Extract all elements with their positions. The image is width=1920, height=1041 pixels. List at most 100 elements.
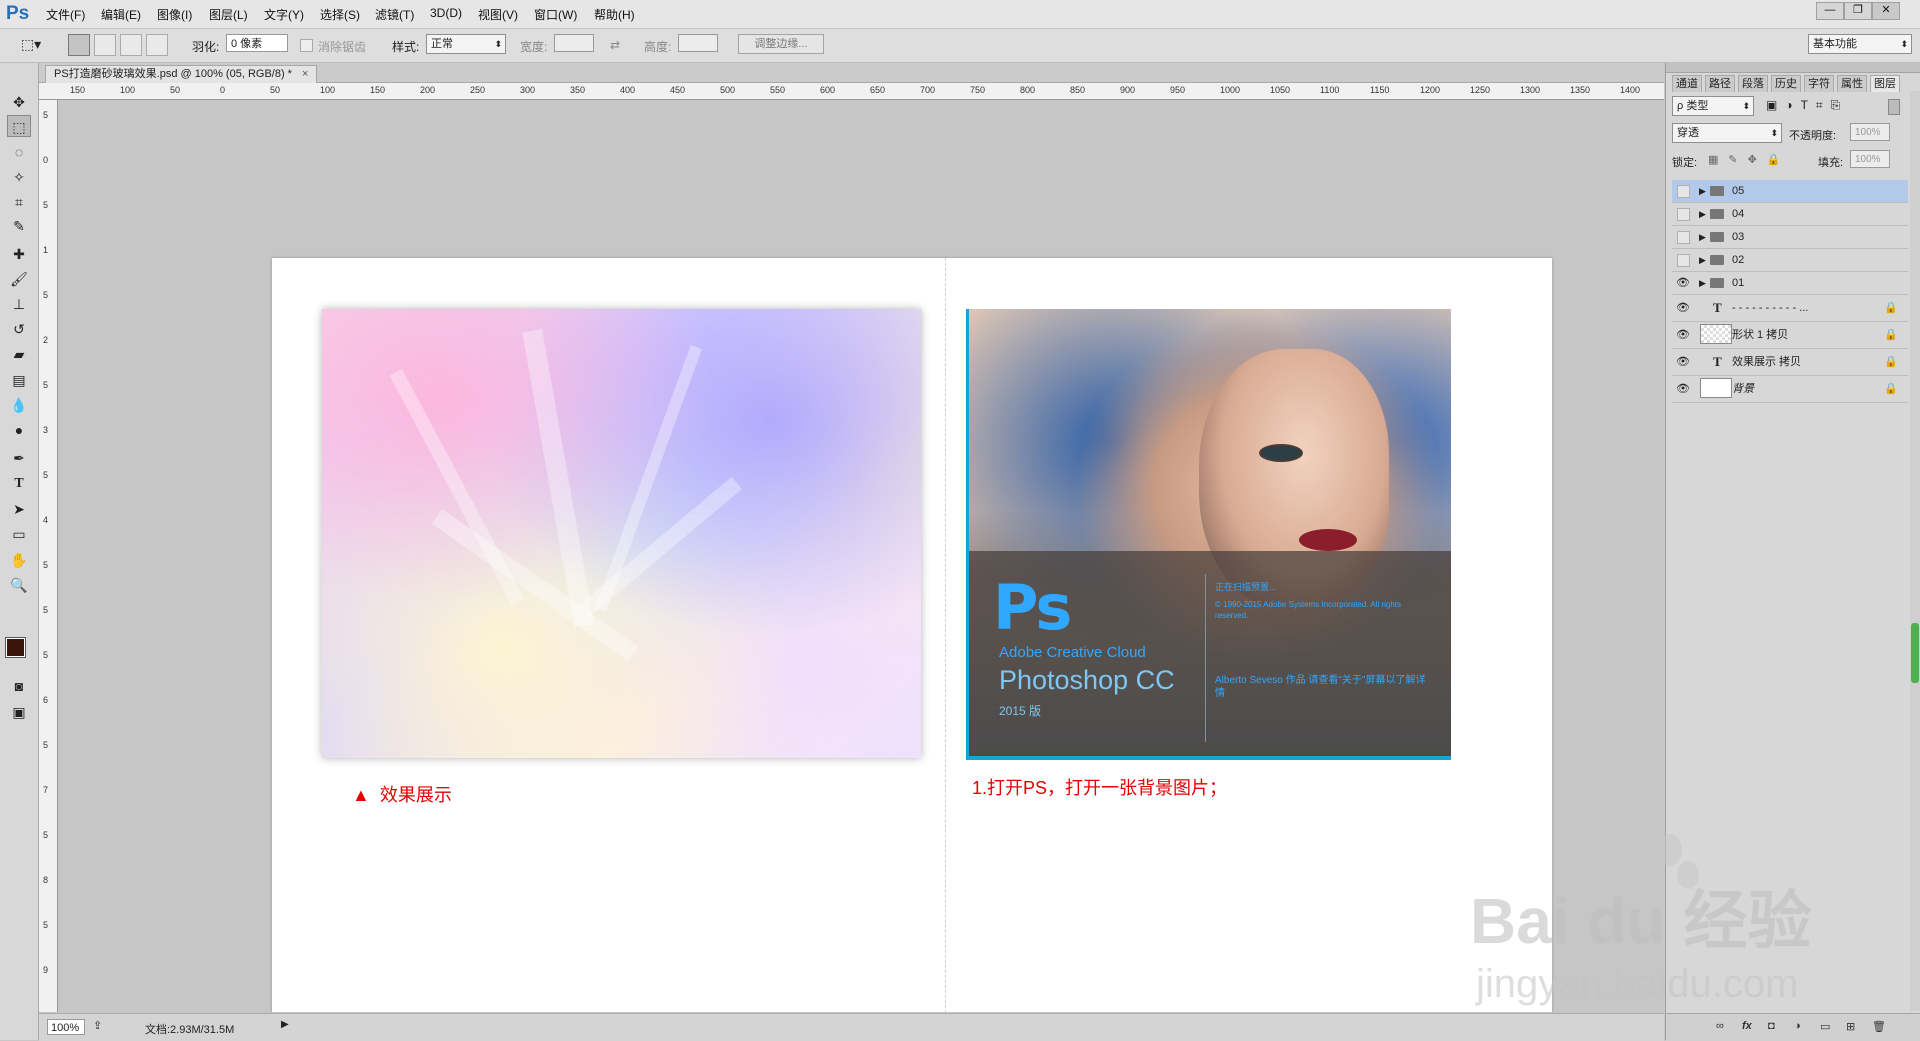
- tab-paths[interactable]: 路径: [1705, 75, 1735, 92]
- menu-select[interactable]: 选择(S): [320, 6, 360, 23]
- menu-filter[interactable]: 滤镜(T): [375, 6, 414, 23]
- close-button[interactable]: ✕: [1872, 2, 1900, 20]
- layer-row[interactable]: 👁 ▶ 01: [1672, 272, 1908, 295]
- document-page[interactable]: ▲ 效果展示 Ps Adobe Creative Cloud Photoshop …: [272, 258, 1552, 1012]
- intersect-selection-icon[interactable]: [146, 34, 168, 56]
- layer-row[interactable]: 👁 T - - - - - - - - - - ... 🔒: [1672, 295, 1908, 322]
- opacity-input[interactable]: 100%: [1850, 123, 1890, 141]
- path-select-tool-icon[interactable]: ➤: [7, 498, 31, 520]
- pen-tool-icon[interactable]: ✒: [7, 447, 31, 469]
- zoom-tool-icon[interactable]: 🔍: [7, 574, 31, 596]
- layer-row[interactable]: 👁 背景 🔒: [1672, 376, 1908, 403]
- screen-mode-icon[interactable]: ▣: [7, 701, 31, 723]
- blur-tool-icon[interactable]: 💧: [7, 394, 31, 416]
- layer-filter-icons[interactable]: ▣◑T⌗⎘: [1766, 98, 1848, 113]
- menu-edit[interactable]: 编辑(E): [101, 6, 141, 23]
- filter-toggle[interactable]: [1888, 99, 1900, 115]
- type-tool-icon[interactable]: T: [7, 473, 31, 495]
- hand-tool-icon[interactable]: ✋: [7, 549, 31, 571]
- photoshop-splash-image[interactable]: Ps Adobe Creative Cloud Photoshop CC 201…: [966, 309, 1451, 760]
- swap-icon[interactable]: ⇄: [610, 38, 620, 52]
- folder-icon[interactable]: ▭: [1820, 1020, 1830, 1033]
- adjustment-icon[interactable]: ◑: [1794, 1020, 1801, 1032]
- panel-scrollbar[interactable]: [1910, 91, 1920, 1011]
- restore-button[interactable]: ❐: [1844, 2, 1872, 20]
- marquee-tool-icon[interactable]: ⬚: [7, 115, 31, 137]
- quick-select-tool-icon[interactable]: ✧: [7, 166, 31, 188]
- lock-icons[interactable]: ▦✎✥🔒: [1708, 153, 1791, 166]
- eraser-tool-icon[interactable]: ▰: [7, 343, 31, 365]
- width-input[interactable]: [554, 34, 594, 52]
- dodge-tool-icon[interactable]: ●: [7, 419, 31, 441]
- healing-tool-icon[interactable]: ✚: [7, 243, 31, 265]
- link-icon[interactable]: ∞: [1716, 1020, 1724, 1032]
- eye-icon[interactable]: 👁: [1675, 322, 1691, 348]
- new-selection-icon[interactable]: [68, 34, 90, 56]
- gradient-tool-icon[interactable]: ▤: [7, 369, 31, 391]
- refine-edge-button[interactable]: 调整边缘...: [738, 34, 824, 54]
- height-input[interactable]: [678, 34, 718, 52]
- tab-properties[interactable]: 属性: [1837, 75, 1867, 92]
- tab-channels[interactable]: 通道: [1672, 75, 1702, 92]
- document-tab[interactable]: PS打造磨砂玻璃效果.psd @ 100% (05, RGB/8) * ×: [45, 65, 318, 83]
- eye-icon[interactable]: 👁: [1675, 349, 1691, 375]
- ruler-horizontal[interactable]: 150 100 50 0 50 100 150 200 250 300 350 400 450 500 55…: [58, 83, 1664, 100]
- expand-triangle-icon[interactable]: ▶: [1699, 180, 1706, 202]
- menu-image[interactable]: 图像(I): [157, 6, 192, 23]
- visibility-toggle[interactable]: [1677, 208, 1690, 221]
- menu-layer[interactable]: 图层(L): [209, 6, 248, 23]
- ruler-vertical[interactable]: 5 0 5 1 5 2 5 3 5 4 5 5 5 6 5 7 5 8 5 9: [39, 100, 58, 1012]
- style-select[interactable]: 正常 ⬍: [426, 34, 506, 54]
- menu-window[interactable]: 窗口(W): [534, 6, 577, 23]
- menu-help[interactable]: 帮助(H): [594, 6, 635, 23]
- tab-layers[interactable]: 图层: [1870, 75, 1900, 92]
- feather-input[interactable]: 0 像素: [226, 34, 288, 52]
- shape-tool-icon[interactable]: ▭: [7, 523, 31, 545]
- blend-mode-select[interactable]: 穿透 ⬍: [1672, 123, 1782, 143]
- new-layer-icon[interactable]: ⊞: [1846, 1020, 1855, 1033]
- effect-image[interactable]: [322, 309, 921, 758]
- trash-icon[interactable]: 🗑: [1872, 1020, 1886, 1033]
- close-icon[interactable]: ×: [302, 68, 308, 80]
- layer-row[interactable]: ▶ 03: [1672, 226, 1908, 249]
- fill-input[interactable]: 100%: [1850, 150, 1890, 168]
- lasso-tool-icon[interactable]: ◌: [7, 141, 31, 163]
- expand-triangle-icon[interactable]: ▶: [1699, 272, 1706, 294]
- scroll-indicator[interactable]: [1911, 623, 1919, 683]
- move-tool-icon[interactable]: ✥: [7, 91, 31, 113]
- visibility-toggle[interactable]: [1677, 231, 1690, 244]
- history-brush-icon[interactable]: ↺: [7, 318, 31, 340]
- status-menu-arrow-icon[interactable]: ▶: [281, 1019, 289, 1030]
- expand-triangle-icon[interactable]: ▶: [1699, 226, 1706, 248]
- ps-logo[interactable]: Ps: [6, 3, 32, 25]
- antialias-checkbox[interactable]: [300, 39, 313, 52]
- quick-mask-icon[interactable]: ◙: [7, 675, 31, 697]
- visibility-toggle[interactable]: [1677, 254, 1690, 267]
- eye-icon[interactable]: 👁: [1675, 295, 1691, 321]
- marquee-preset-icon[interactable]: ⬚▾: [20, 34, 42, 56]
- minimize-button[interactable]: —: [1816, 2, 1844, 20]
- workspace-select[interactable]: 基本功能 ⬍: [1808, 34, 1912, 54]
- menu-3d[interactable]: 3D(D): [430, 6, 462, 20]
- tab-history[interactable]: 历史: [1771, 75, 1801, 92]
- layer-row[interactable]: ▶ 05: [1672, 180, 1908, 203]
- subtract-selection-icon[interactable]: [120, 34, 142, 56]
- panel-collapse-strip[interactable]: [1666, 63, 1920, 73]
- mask-icon[interactable]: ◘: [1768, 1020, 1775, 1032]
- crop-tool-icon[interactable]: ⌗: [7, 191, 31, 213]
- share-icon[interactable]: ⇪: [93, 1019, 102, 1032]
- layer-filter-select[interactable]: ρ 类型 ⬍: [1672, 96, 1754, 116]
- add-selection-icon[interactable]: [94, 34, 116, 56]
- visibility-toggle[interactable]: [1677, 185, 1690, 198]
- expand-triangle-icon[interactable]: ▶: [1699, 249, 1706, 271]
- ruler-corner[interactable]: [39, 83, 59, 100]
- menu-type[interactable]: 文字(Y): [264, 6, 304, 23]
- stamp-tool-icon[interactable]: ⊥: [7, 293, 31, 315]
- zoom-field[interactable]: 100%: [47, 1019, 85, 1035]
- layer-row[interactable]: ▶ 04: [1672, 203, 1908, 226]
- eyedropper-tool-icon[interactable]: ✎: [7, 215, 31, 237]
- layer-row[interactable]: ▶ 02: [1672, 249, 1908, 272]
- expand-triangle-icon[interactable]: ▶: [1699, 203, 1706, 225]
- menu-file[interactable]: 文件(F): [46, 6, 85, 23]
- eye-icon[interactable]: 👁: [1675, 376, 1691, 402]
